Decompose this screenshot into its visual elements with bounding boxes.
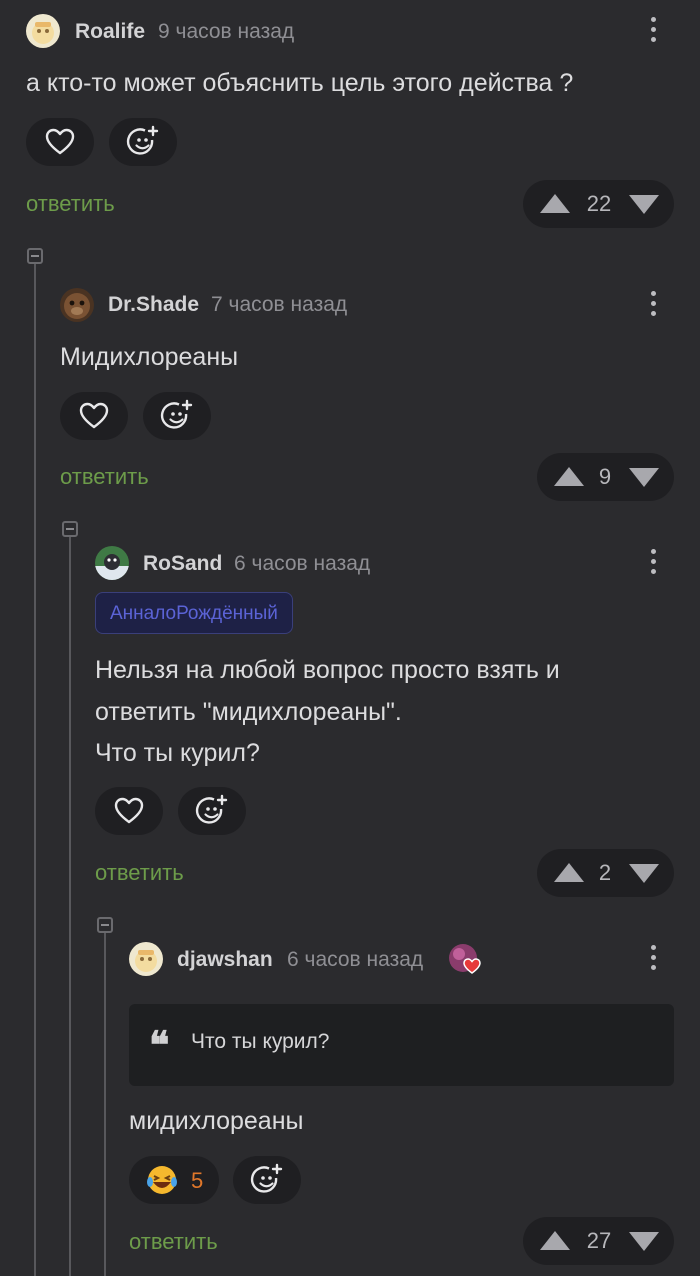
like-button[interactable] [95, 787, 163, 835]
user-tag: АнналоРождённый [95, 592, 293, 634]
more-options-icon[interactable] [648, 17, 658, 47]
collapse-thread-button[interactable] [97, 917, 113, 933]
heart-badge-icon [448, 942, 484, 976]
thread-line-1 [34, 256, 36, 1276]
quote-block: ❝ Что ты курил? [129, 1004, 674, 1086]
add-emoji-icon [126, 125, 159, 155]
avatar[interactable] [129, 942, 163, 976]
thread-line-2 [69, 530, 71, 1276]
vote-box: 2 [537, 849, 674, 897]
comment-time: 6 часов назад [234, 552, 371, 575]
collapse-thread-button[interactable] [27, 248, 43, 264]
username[interactable]: Dr.Shade [108, 293, 199, 317]
username[interactable]: RoSand [143, 552, 222, 576]
comment-text-line: Нельзя на любой вопрос просто взять и [95, 656, 560, 684]
vote-count: 9 [598, 464, 612, 489]
username[interactable]: djawshan [177, 948, 273, 972]
add-reaction-button[interactable] [233, 1156, 301, 1204]
add-emoji-icon [250, 1163, 283, 1193]
vote-box: 9 [537, 453, 674, 501]
heart-icon [79, 402, 109, 429]
laughing-emoji-icon [147, 1166, 177, 1194]
more-options-icon[interactable] [648, 291, 658, 321]
upvote-icon[interactable] [540, 194, 570, 213]
downvote-icon[interactable] [629, 864, 659, 883]
avatar[interactable] [60, 288, 94, 322]
downvote-icon[interactable] [629, 195, 659, 214]
thread-line-3 [104, 926, 106, 1276]
reply-link[interactable]: ответить [60, 464, 149, 490]
like-button[interactable] [60, 392, 128, 440]
more-options-icon[interactable] [648, 549, 658, 579]
add-emoji-icon [160, 399, 193, 429]
downvote-icon[interactable] [629, 468, 659, 487]
add-reaction-button[interactable] [178, 787, 246, 835]
quote-icon: ❝ [149, 1022, 170, 1067]
avatar[interactable] [26, 14, 60, 48]
upvote-icon[interactable] [554, 467, 584, 486]
like-button[interactable] [26, 118, 94, 166]
reaction-count: 5 [191, 1168, 204, 1193]
vote-box: 27 [523, 1217, 674, 1265]
reply-link[interactable]: ответить [26, 191, 115, 217]
vote-count: 2 [598, 860, 612, 885]
heart-icon [45, 128, 75, 155]
username[interactable]: Roalife [75, 20, 145, 44]
comment-time: 6 часов назад [287, 948, 424, 971]
comment-text-line: Что ты курил? [95, 739, 260, 767]
comment-text: Мидихлореаны [60, 343, 239, 371]
quote-text: Что ты курил? [191, 1030, 330, 1053]
comment-text-line: ответить "мидихлореаны". [95, 698, 402, 726]
reply-link[interactable]: ответить [129, 1229, 218, 1255]
collapse-thread-button[interactable] [62, 521, 78, 537]
upvote-icon[interactable] [540, 1231, 570, 1250]
downvote-icon[interactable] [629, 1232, 659, 1251]
reaction-button[interactable]: 5 [129, 1156, 219, 1204]
comment-text: а кто-то может объяснить цель этого дейс… [26, 69, 574, 97]
vote-count: 27 [586, 1228, 612, 1253]
add-reaction-button[interactable] [143, 392, 211, 440]
add-emoji-icon [195, 794, 228, 824]
upvote-icon[interactable] [554, 863, 584, 882]
add-reaction-button[interactable] [109, 118, 177, 166]
comment-time: 9 часов назад [158, 20, 295, 43]
more-options-icon[interactable] [648, 945, 658, 975]
heart-icon [114, 797, 144, 824]
vote-count: 22 [586, 191, 612, 216]
vote-box: 22 [523, 180, 674, 228]
comment-text: мидихлореаны [129, 1107, 304, 1135]
avatar[interactable] [95, 546, 129, 580]
reply-link[interactable]: ответить [95, 860, 184, 886]
comment-time: 7 часов назад [211, 293, 348, 316]
